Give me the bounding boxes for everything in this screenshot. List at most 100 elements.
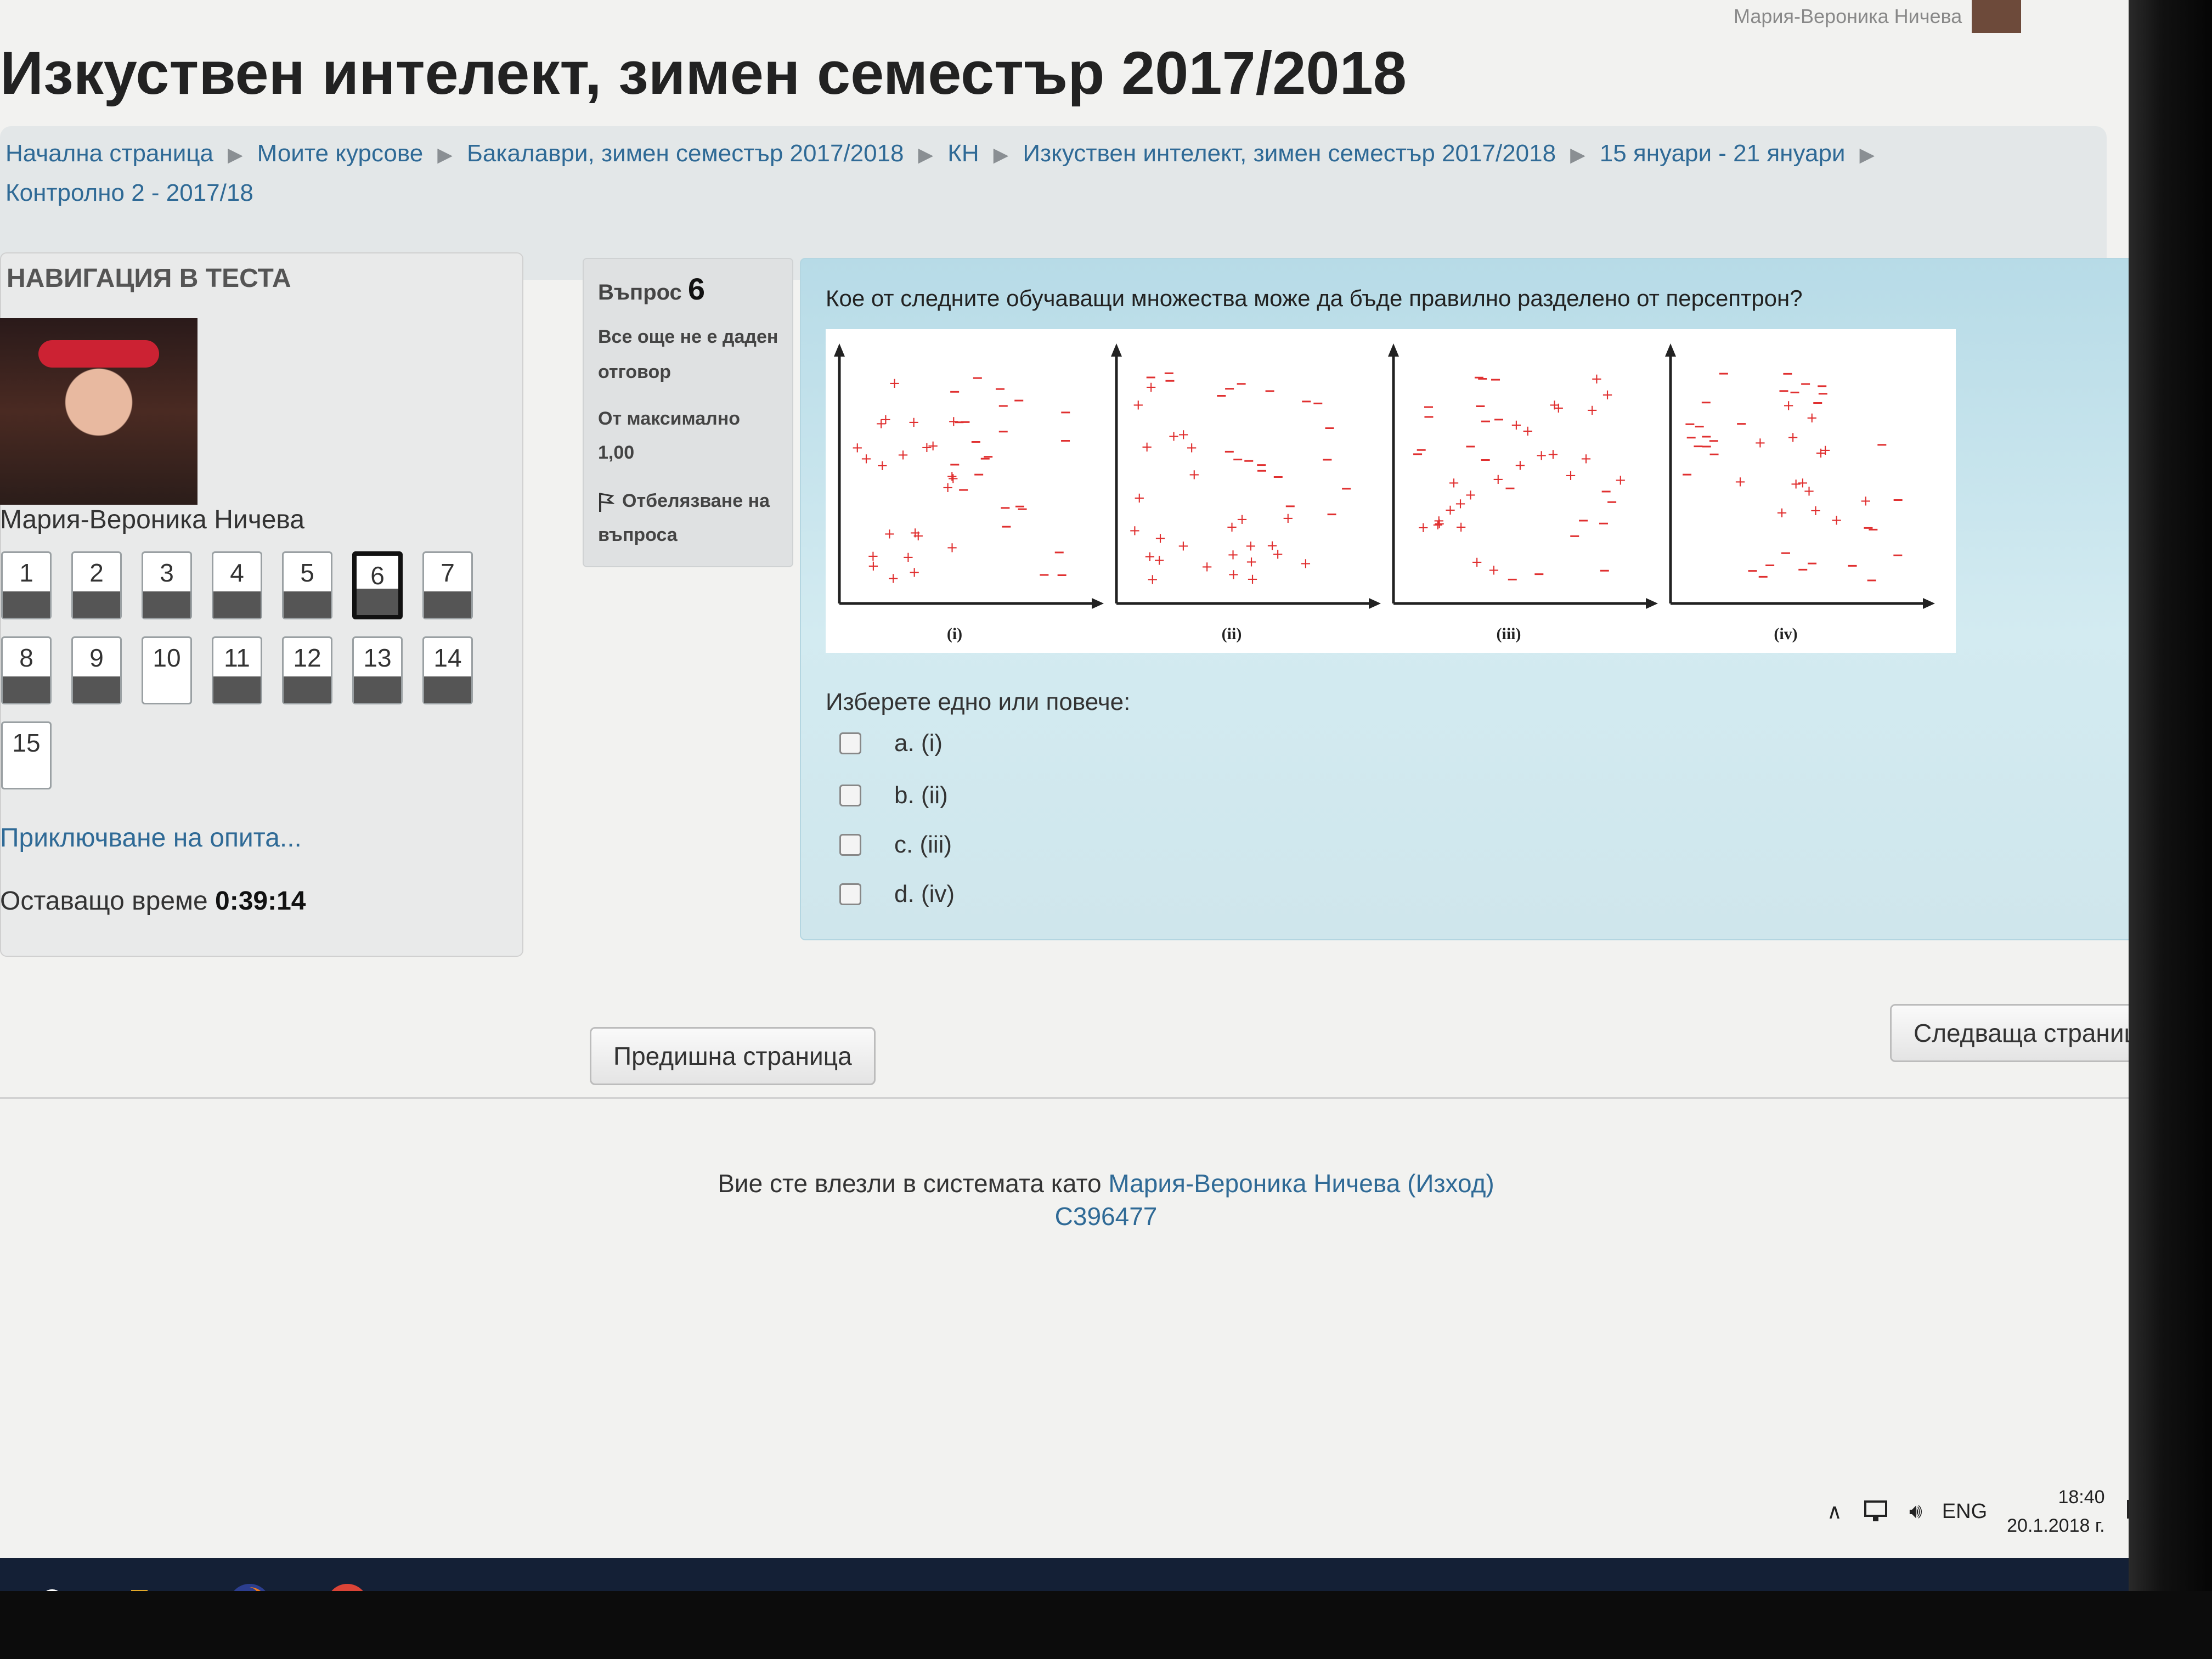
answer-d-label[interactable]: d. (iv) [894, 881, 955, 908]
breadcrumb-kn[interactable]: КН [947, 140, 979, 167]
question-nav-number: 4 [230, 558, 244, 587]
plot-point-plus: + [908, 414, 920, 431]
question-nav-number: 15 [12, 729, 41, 757]
question-number-value: 6 [687, 272, 706, 306]
question-nav-button-13[interactable]: 13 [352, 636, 403, 704]
answer-option-a[interactable]: a. (i) [839, 727, 943, 760]
plot-point-plus: + [1128, 522, 1141, 539]
answer-option-b[interactable]: b. (ii) [839, 779, 948, 812]
plot-point-plus: + [1448, 475, 1460, 492]
question-nav-number: 10 [153, 644, 181, 672]
answer-a-label[interactable]: a. (i) [894, 730, 943, 757]
plot-point-plus: + [1132, 397, 1144, 414]
plot-point-plus: + [1246, 571, 1259, 588]
question-nav-button-4[interactable]: 4 [212, 551, 262, 619]
answer-a-checkbox[interactable] [839, 732, 861, 754]
input-language[interactable]: ENG [1942, 1500, 1987, 1523]
breadcrumb-my-courses[interactable]: Моите курсове [257, 140, 424, 167]
answer-option-d[interactable]: d. (iv) [839, 878, 955, 911]
breadcrumb-week[interactable]: 15 януари - 21 януари [1600, 140, 1846, 167]
plot-point-plus: + [1465, 487, 1477, 503]
breadcrumb-separator-icon: ▶ [993, 143, 1009, 166]
question-status: Все още не е даден отговор [598, 326, 778, 382]
question-nav-button-5[interactable]: 5 [282, 551, 332, 619]
breadcrumb-bachelors[interactable]: Бакалаври, зимен семестър 2017/2018 [467, 140, 904, 167]
user-menu[interactable]: Мария-Вероника Ничева [1734, 0, 2022, 33]
plot-point-plus: + [1790, 476, 1802, 492]
user-photo [0, 318, 198, 505]
plot-point-plus: + [902, 549, 915, 566]
plot-point-plus: + [1433, 512, 1445, 529]
question-nav-number: 5 [300, 558, 314, 587]
plot-point-plus: + [921, 439, 933, 456]
question-nav-state-strip [73, 591, 120, 618]
tray-expand-icon[interactable]: ∧ [1827, 1499, 1842, 1524]
question-nav-button-6[interactable]: 6 [352, 551, 403, 619]
plot-arrowhead [1111, 343, 1122, 357]
question-nav-number: 13 [363, 644, 392, 672]
question-nav-button-14[interactable]: 14 [422, 636, 473, 704]
plot-point-plus: + [1147, 571, 1159, 588]
flag-icon [599, 493, 614, 512]
answer-b-checkbox[interactable] [839, 785, 861, 806]
answer-b-label[interactable]: b. (ii) [894, 782, 948, 809]
question-nav-button-11[interactable]: 11 [212, 636, 262, 704]
breadcrumb-separator-icon: ▶ [1570, 143, 1585, 166]
time-remaining: Оставащо време 0:39:14 [0, 886, 306, 916]
answer-option-c[interactable]: c. (iii) [839, 828, 952, 861]
question-nav-state-strip [143, 591, 190, 618]
plot-point-plus: + [1245, 538, 1257, 555]
question-max-value: 1,00 [598, 442, 635, 463]
question-nav-state-strip [424, 676, 471, 703]
clock[interactable]: 18:40 20.1.2018 г. [2007, 1483, 2104, 1540]
flag-question-link[interactable]: Отбелязване на въпроса [598, 484, 785, 552]
question-nav-button-3[interactable]: 3 [142, 551, 192, 619]
user-avatar [1972, 0, 2022, 33]
question-nav-state-strip [3, 591, 50, 618]
plot-point-plus: + [897, 447, 909, 464]
plot-point-plus: + [1177, 538, 1189, 555]
question-nav-button-7[interactable]: 7 [422, 551, 473, 619]
plot-point-plus: + [889, 375, 901, 392]
plot-point-plus: + [887, 571, 899, 587]
question-nav-button-15[interactable]: 15 [1, 721, 52, 789]
answer-c-checkbox[interactable] [839, 834, 861, 856]
login-user-link[interactable]: Мария-Вероника Ничева [1108, 1169, 1400, 1198]
previous-page-button[interactable]: Предишна страница [590, 1027, 876, 1085]
breadcrumb-separator-icon: ▶ [437, 143, 453, 166]
question-nav-number: 14 [433, 644, 462, 672]
login-info-prefix: Вие сте влезли в системата като [718, 1169, 1102, 1198]
answer-d-checkbox[interactable] [839, 883, 861, 905]
monitor-bezel [2129, 0, 2212, 1659]
question-image: + + + + + + + + + + + + + + + + + + + + + + + (i) + + + + + + + + + + + + + +… [826, 329, 1956, 653]
breadcrumb-home[interactable]: Начална страница [5, 140, 213, 167]
breadcrumb-quiz[interactable]: Контролно 2 - 2017/18 [5, 179, 253, 206]
question-nav-button-12[interactable]: 12 [282, 636, 332, 704]
breadcrumb-course[interactable]: Изкуствен интелект, зимен семестър 2017/… [1023, 140, 1556, 167]
finish-attempt-link[interactable]: Приключване на опита... [0, 823, 302, 853]
session-code: C396477 [1054, 1202, 1158, 1231]
question-nav-button-10[interactable]: 10 [142, 636, 192, 704]
plot-arrowhead [1388, 343, 1399, 357]
plot-label: (iv) [1774, 625, 1797, 643]
time-remaining-value: 0:39:14 [215, 887, 306, 916]
plot-point-plus: + [1227, 566, 1239, 583]
network-icon[interactable] [1862, 1499, 1889, 1523]
question-nav-button-9[interactable]: 9 [71, 636, 122, 704]
plot-point-plus: + [1168, 428, 1180, 445]
question-max-grade: От максимално 1,00 [598, 402, 779, 470]
question-nav-state-strip [3, 676, 50, 703]
logout-link[interactable]: (Изход) [1407, 1169, 1494, 1198]
volume-icon[interactable]: 🔊︎ [1909, 1500, 1922, 1523]
plot-point-plus: + [1565, 467, 1577, 484]
plot-point-plus: + [1754, 435, 1767, 452]
question-nav-button-2[interactable]: 2 [71, 551, 122, 619]
question-nav-number: 1 [19, 558, 33, 587]
question-nav-button-8[interactable]: 8 [1, 636, 52, 704]
page-title: Изкуствен интелект, зимен семестър 2017/… [0, 40, 1407, 107]
login-info: Вие сте влезли в системата като Мария-Ве… [0, 1169, 2212, 1198]
answer-c-label[interactable]: c. (iii) [894, 831, 952, 859]
plot-point-plus: + [1201, 559, 1213, 575]
plot-point-plus: + [1245, 554, 1257, 570]
question-nav-button-1[interactable]: 1 [1, 551, 52, 619]
